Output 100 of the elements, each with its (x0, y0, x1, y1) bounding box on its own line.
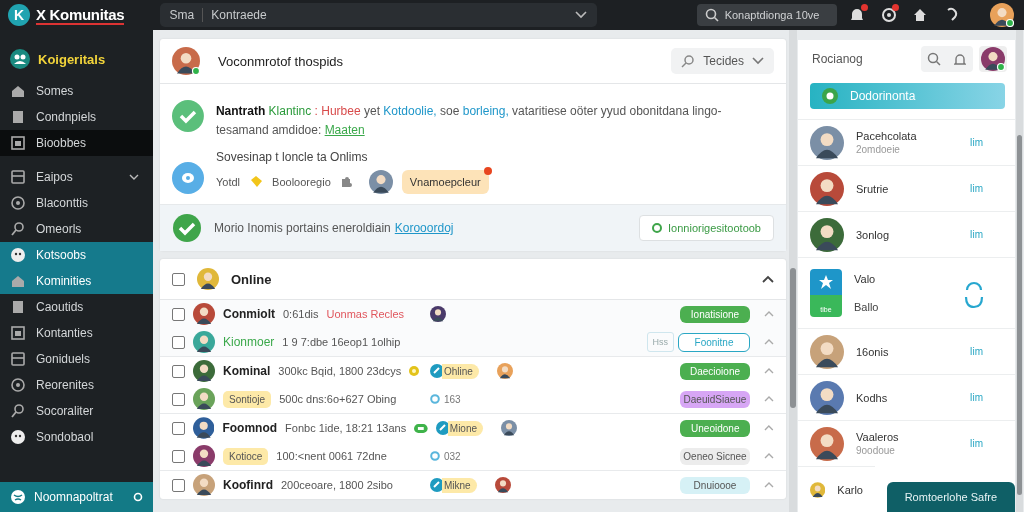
status-chip: Mione (447, 420, 484, 436)
checkbox[interactable] (172, 335, 185, 349)
status-chip: Ohline (442, 363, 479, 379)
status-pill: Daecioione (680, 362, 750, 380)
avatar (810, 171, 844, 206)
name-tag: Sontioje (223, 390, 272, 408)
chevron-up-icon (764, 453, 774, 459)
avatar (981, 47, 1005, 72)
count-text: 163 (444, 393, 461, 405)
member-name: Foomnod (222, 421, 278, 435)
community-icon (10, 49, 30, 69)
contact-item[interactable]: Karlo (798, 466, 875, 512)
avatar (810, 125, 844, 160)
status-chip: Mikne (442, 477, 477, 493)
checkbox[interactable] (172, 449, 185, 463)
checkbox[interactable] (172, 272, 185, 286)
search-field[interactable]: Konaptdionga 10ve (696, 4, 837, 26)
avatar (193, 303, 215, 325)
house-icon (10, 83, 26, 99)
action-button[interactable]: Romtoerlohe Safre (886, 482, 1015, 512)
activity-title: Sovesinap t loncle ta Onlims (216, 150, 369, 164)
workspace-dropdown[interactable]: Sma Kontraede (159, 3, 597, 27)
alert-badge (483, 167, 492, 175)
scrollbar[interactable] (789, 30, 797, 512)
avatar (193, 360, 215, 382)
contact-item[interactable]: Pacehcolata 2omdoeie Iim (798, 119, 1015, 165)
contact-item[interactable]: 16onis Iim (798, 328, 1015, 374)
contact-item[interactable]: Srutrie Iim (798, 165, 1015, 211)
sidebar-item[interactable]: Kontanties (0, 320, 153, 346)
house-icon (10, 273, 26, 289)
sidebar-item[interactable]: Somes (0, 78, 153, 104)
member-detail: 200ceoare, 1800 2sibo (281, 479, 393, 491)
puzzle-icon (339, 175, 352, 189)
pin-icon (10, 221, 26, 237)
chevron-up-icon[interactable] (762, 275, 774, 283)
avatar (810, 217, 844, 252)
scrollbar[interactable] (1016, 30, 1023, 512)
contact-name: 16onis (856, 345, 889, 358)
sidebar-item[interactable]: Condnpiels (0, 104, 153, 130)
contact-name: 3onlog (856, 228, 890, 241)
checkbox[interactable] (172, 421, 185, 435)
square-icon (10, 135, 26, 151)
ring-icon (430, 394, 440, 404)
chevron-up-icon (764, 425, 774, 431)
contact-subtitle: 2omdoeie (856, 144, 901, 155)
contact-item[interactable]: Kodhs Iim (798, 374, 1015, 420)
avatar (193, 474, 215, 496)
status-pill: Dnuioooe (680, 476, 750, 494)
sidebar-item[interactable]: Caoutids (0, 294, 153, 320)
avatar (810, 426, 844, 461)
chevron-up-icon (764, 311, 774, 317)
chevron-down-icon (574, 11, 587, 19)
chevron-up-icon (764, 368, 774, 374)
sidebar-item[interactable]: Blaconttis (0, 190, 153, 216)
avatar (810, 334, 844, 369)
notification-badge (861, 4, 868, 11)
sidebar-item[interactable]: Reorenites (0, 372, 153, 398)
checkbox[interactable] (172, 478, 185, 492)
sidebar-item[interactable]: Sondobaol (0, 424, 153, 450)
notice-button[interactable]: Ionniorigesitootoob (639, 215, 774, 241)
sidebar-footer-button[interactable]: Noomnapoltrat (0, 482, 153, 512)
checkbox[interactable] (172, 307, 185, 321)
avatar (193, 388, 215, 410)
sidebar-item[interactable]: Eaipos (0, 164, 153, 190)
contact-subtitle: 9oodoue (856, 445, 896, 456)
sidebar-heading: Koigeritals (38, 51, 106, 67)
chevron-down-icon (129, 174, 139, 180)
notification-message: Nantrath Klantinc : Hurbee yet Kotdoolie, soe borleing, vataritiese oöter yyud obonitdana lingo-tesamand amdidoe: Maaten (215, 103, 723, 139)
sidebar-item[interactable]: Kotsoobs (0, 242, 153, 268)
notification-badge (892, 4, 900, 11)
sidebar-item[interactable]: Kominities (0, 268, 153, 294)
checkbox[interactable] (172, 364, 185, 378)
ring-icon (430, 451, 440, 461)
avatar (810, 380, 844, 415)
contact-item[interactable]: Vaaleros 9oodoue Iim (798, 420, 1015, 466)
contact-item[interactable]: 3onlog Iim (798, 211, 1015, 257)
avatar (197, 268, 219, 290)
check-circle-icon (172, 100, 204, 132)
contact-name: Pacehcolata (856, 130, 917, 142)
card-title: Voconmrotof thospids (218, 53, 344, 69)
member-detail: 100:<nent 0061 72dne (276, 450, 387, 462)
filter-dropdown[interactable]: Tecides (671, 48, 774, 74)
circle-icon (10, 195, 26, 211)
bell-icon (954, 52, 966, 67)
member-detail: Fonbc 1ide, 18:21 13ans (285, 422, 407, 434)
count-text: 032 (444, 450, 461, 462)
avatar (193, 445, 215, 467)
sidebar-item[interactable]: Omeorls (0, 216, 153, 242)
member-name: Kionmoer (223, 335, 275, 349)
contact-name: Kodhs (856, 391, 888, 404)
search-icon (704, 8, 719, 22)
status-pill: Uneoidone (680, 419, 751, 437)
search-icon (927, 52, 941, 67)
contact-name: Valo (854, 273, 877, 285)
checkbox[interactable] (172, 392, 185, 406)
sidebar-item[interactable]: Goniduels (0, 346, 153, 372)
circle-icon (10, 377, 26, 393)
chevron-up-icon (764, 396, 774, 402)
sidebar-item[interactable]: Socoraliter (0, 398, 153, 424)
sidebar-item[interactable]: Bioobbes (0, 130, 153, 156)
